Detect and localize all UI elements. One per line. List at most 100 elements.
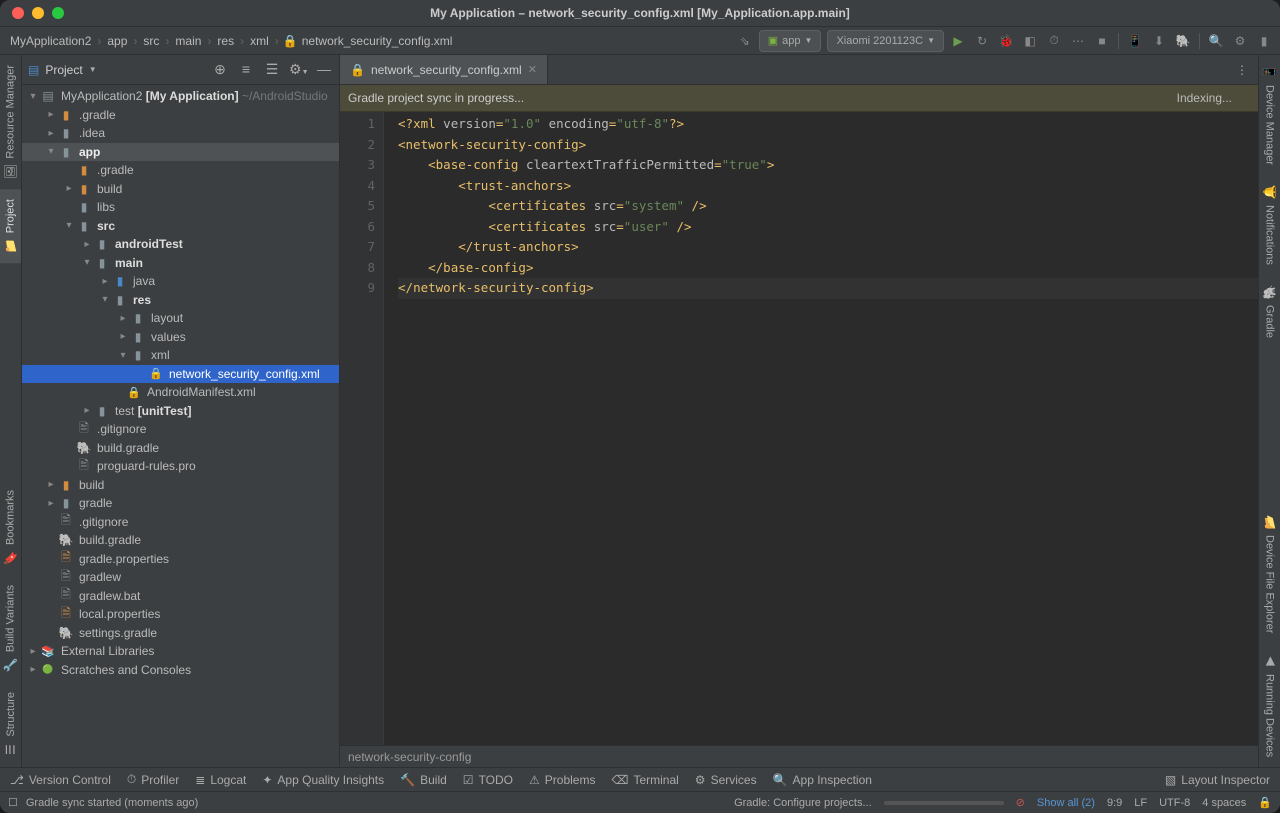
tree-folder[interactable]: ▸.idea: [22, 124, 339, 143]
tree-folder[interactable]: ▾src: [22, 217, 339, 236]
tree-file[interactable]: .gitignore: [22, 420, 339, 439]
tree-external-libraries[interactable]: ▸External Libraries: [22, 642, 339, 661]
status-icon[interactable]: ☐: [8, 796, 18, 809]
crumb[interactable]: res: [215, 34, 236, 48]
readonly-icon[interactable]: 🔒: [1258, 796, 1272, 809]
tree-file[interactable]: AndroidManifest.xml: [22, 383, 339, 402]
tabs-more-icon[interactable]: ⋮: [1226, 55, 1258, 84]
expand-all-icon[interactable]: ≡: [237, 61, 255, 78]
show-all-link[interactable]: Show all (2): [1037, 797, 1095, 809]
tool-settings-icon[interactable]: ⚙▼: [289, 61, 307, 78]
rail-bookmarks[interactable]: 🔖Bookmarks: [0, 480, 21, 575]
tree-folder[interactable]: ▾res: [22, 291, 339, 310]
crumb[interactable]: network_security_config.xml: [300, 34, 455, 48]
attach-icon[interactable]: ⋯: [1070, 33, 1086, 49]
bb-services[interactable]: ⚙Services: [695, 773, 757, 787]
settings-icon[interactable]: ⚙: [1232, 33, 1248, 49]
bb-problems[interactable]: ⚠Problems: [529, 773, 595, 787]
tree-file[interactable]: 🐘build.gradle: [22, 439, 339, 458]
bb-terminal[interactable]: ⌫Terminal: [611, 773, 678, 787]
crumb[interactable]: xml: [248, 34, 271, 48]
rail-device-manager[interactable]: 📱Device Manager: [1259, 55, 1280, 175]
crumb[interactable]: MyApplication2: [8, 34, 93, 48]
tree-folder[interactable]: ▾xml: [22, 346, 339, 365]
minimize-window[interactable]: [32, 7, 44, 19]
bb-profiler[interactable]: ⏱Profiler: [127, 772, 179, 787]
crumb[interactable]: src: [141, 34, 161, 48]
tree-folder[interactable]: .gradle: [22, 161, 339, 180]
rail-resource-manager[interactable]: 🖼Resource Manager: [0, 55, 21, 189]
rail-running-devices[interactable]: ▶Running Devices: [1261, 644, 1279, 767]
tree-scratches[interactable]: ▸Scratches and Consoles: [22, 661, 339, 680]
tree-file[interactable]: gradlew: [22, 568, 339, 587]
coverage-icon[interactable]: ◧: [1022, 33, 1038, 49]
bb-app-inspection[interactable]: 🔍App Inspection: [773, 773, 872, 787]
run-icon[interactable]: ▶: [950, 33, 966, 49]
bb-version-control[interactable]: ⎇Version Control: [10, 773, 111, 787]
tree-file[interactable]: gradlew.bat: [22, 587, 339, 606]
bb-todo[interactable]: ☑TODO: [463, 773, 513, 787]
close-tab-icon[interactable]: ✕: [528, 63, 537, 76]
bb-app-quality[interactable]: ✦App Quality Insights: [262, 773, 384, 787]
project-view-selector[interactable]: ▤ Project ▼: [28, 63, 205, 77]
sync-icon[interactable]: ⇘: [737, 33, 753, 49]
tree-folder[interactable]: ▸gradle: [22, 494, 339, 513]
tree-folder[interactable]: ▸.gradle: [22, 106, 339, 125]
rail-notifications[interactable]: 🔔Notifications: [1259, 175, 1280, 275]
rail-project[interactable]: 📁Project: [0, 189, 21, 263]
sdk-icon[interactable]: ⬇: [1151, 33, 1167, 49]
crumb[interactable]: app: [105, 34, 129, 48]
profile-icon[interactable]: ⏱: [1046, 33, 1062, 49]
editor-breadcrumb[interactable]: network-security-config: [340, 745, 1258, 767]
run-config-selector[interactable]: ▣app▼: [759, 30, 822, 52]
tree-root[interactable]: ▾MyApplication2 [My Application] ~/Andro…: [22, 87, 339, 106]
rail-build-variants[interactable]: 🔧Build Variants: [0, 575, 21, 682]
cancel-progress-icon[interactable]: ⊘: [1016, 796, 1025, 809]
encoding[interactable]: UTF-8: [1159, 797, 1190, 809]
tree-module-app[interactable]: ▾app: [22, 143, 339, 162]
rail-device-file-explorer[interactable]: 📂Device File Explorer: [1259, 505, 1280, 643]
caret-pos[interactable]: 9:9: [1107, 797, 1122, 809]
tree-file[interactable]: 🗎gradle.properties: [22, 550, 339, 569]
zoom-window[interactable]: [52, 7, 64, 19]
tree-folder[interactable]: ▸values: [22, 328, 339, 347]
device-selector[interactable]: Xiaomi 2201123C▼: [827, 30, 944, 52]
bb-logcat[interactable]: ≣Logcat: [195, 773, 246, 787]
tree-folder[interactable]: ▸layout: [22, 309, 339, 328]
select-opened-icon[interactable]: ⊕: [211, 61, 229, 78]
tree-folder[interactable]: ▸java: [22, 272, 339, 291]
tree-folder[interactable]: ▸test [unitTest]: [22, 402, 339, 421]
search-icon[interactable]: 🔍: [1208, 33, 1224, 49]
crumb[interactable]: main: [173, 34, 203, 48]
tree-folder[interactable]: ▾main: [22, 254, 339, 273]
tree-file[interactable]: .gitignore: [22, 513, 339, 532]
line-sep[interactable]: LF: [1134, 797, 1147, 809]
gradle-sync-icon[interactable]: 🐘: [1175, 33, 1191, 49]
tree-file[interactable]: proguard-rules.pro: [22, 457, 339, 476]
source[interactable]: <?xml version="1.0" encoding="utf-8"?> <…: [394, 112, 1258, 745]
close-window[interactable]: [12, 7, 24, 19]
tree-folder[interactable]: ▸build: [22, 180, 339, 199]
project-tree[interactable]: ▾MyApplication2 [My Application] ~/Andro…: [22, 85, 339, 767]
rail-structure[interactable]: ☰Structure: [2, 682, 20, 767]
tree-file[interactable]: 🗎local.properties: [22, 605, 339, 624]
bb-build[interactable]: 🔨Build: [400, 773, 447, 787]
tree-file[interactable]: 🐘settings.gradle: [22, 624, 339, 643]
collapse-all-icon[interactable]: ☰: [263, 61, 281, 78]
editor-tab[interactable]: 🔒network_security_config.xml✕: [340, 55, 548, 84]
rail-gradle[interactable]: 🐘Gradle: [1259, 275, 1280, 348]
indent[interactable]: 4 spaces: [1202, 797, 1246, 809]
bb-layout-inspector[interactable]: ▧Layout Inspector: [1165, 773, 1270, 787]
tree-folder[interactable]: ▸androidTest: [22, 235, 339, 254]
debug-icon[interactable]: 🐞: [998, 33, 1014, 49]
tree-folder[interactable]: libs: [22, 198, 339, 217]
rerun-icon[interactable]: ↻: [974, 33, 990, 49]
tree-file-selected[interactable]: network_security_config.xml: [22, 365, 339, 384]
panel-icon[interactable]: ▮: [1256, 33, 1272, 49]
tree-file[interactable]: 🐘build.gradle: [22, 531, 339, 550]
avd-icon[interactable]: 📱: [1127, 33, 1143, 49]
stop-icon[interactable]: ■: [1094, 33, 1110, 49]
tree-folder[interactable]: ▸build: [22, 476, 339, 495]
code-area[interactable]: 123 456 789 <?xml version="1.0" encoding…: [340, 112, 1258, 745]
hide-icon[interactable]: —: [315, 61, 333, 78]
